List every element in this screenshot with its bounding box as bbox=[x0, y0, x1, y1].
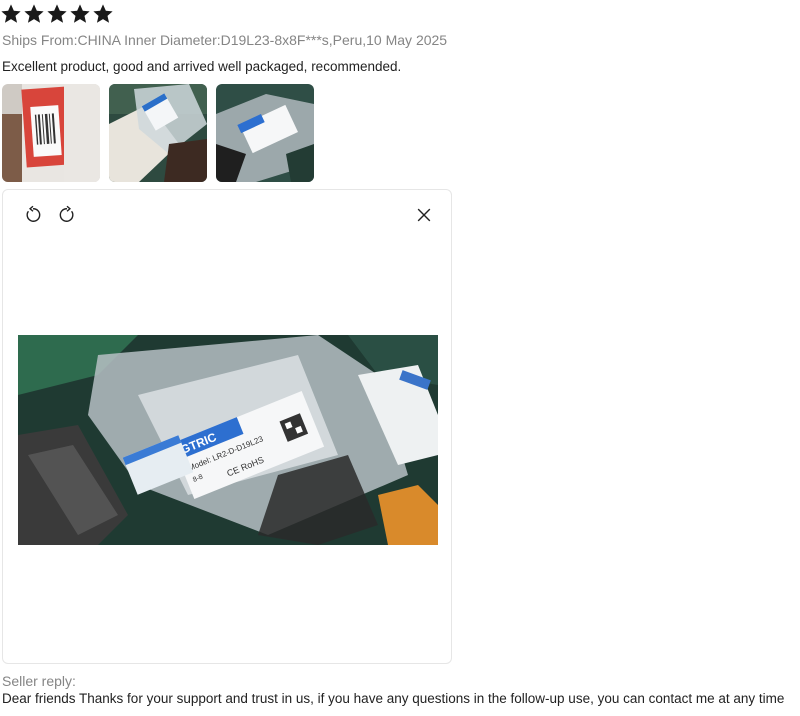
rotate-left-icon bbox=[26, 205, 41, 222]
star-icon bbox=[93, 4, 113, 23]
seller-reply-label: Seller reply: bbox=[2, 673, 76, 689]
rotate-right-icon bbox=[59, 205, 74, 222]
package-photo-icon: GTRIC Model: LR2-D-D19L23 8-8 CE RoHS bbox=[18, 335, 438, 545]
rotate-right-button[interactable] bbox=[56, 204, 78, 226]
review-text: Excellent product, good and arrived well… bbox=[2, 59, 402, 74]
star-icon bbox=[47, 4, 67, 23]
review-thumbnails bbox=[2, 84, 314, 182]
thumbnail-1[interactable] bbox=[2, 84, 100, 182]
image-viewer: GTRIC Model: LR2-D-D19L23 8-8 CE RoHS bbox=[2, 189, 452, 664]
seller-reply-text: Dear friends Thanks for your support and… bbox=[2, 691, 785, 706]
rotate-left-button[interactable] bbox=[22, 204, 44, 226]
star-icon bbox=[1, 4, 21, 23]
thumbnail-2[interactable] bbox=[109, 84, 207, 182]
close-button[interactable] bbox=[413, 204, 435, 226]
package-photo-icon bbox=[2, 84, 100, 182]
review-meta: Ships From:CHINA Inner Diameter:D19L23-8… bbox=[2, 32, 448, 48]
enlarged-photo: GTRIC Model: LR2-D-D19L23 8-8 CE RoHS bbox=[18, 335, 438, 545]
package-photo-icon bbox=[109, 84, 207, 182]
close-icon bbox=[417, 208, 431, 222]
package-photo-icon bbox=[216, 84, 314, 182]
star-icon bbox=[24, 4, 44, 23]
star-icon bbox=[70, 4, 90, 23]
thumbnail-3[interactable] bbox=[216, 84, 314, 182]
rating-stars bbox=[0, 3, 114, 25]
